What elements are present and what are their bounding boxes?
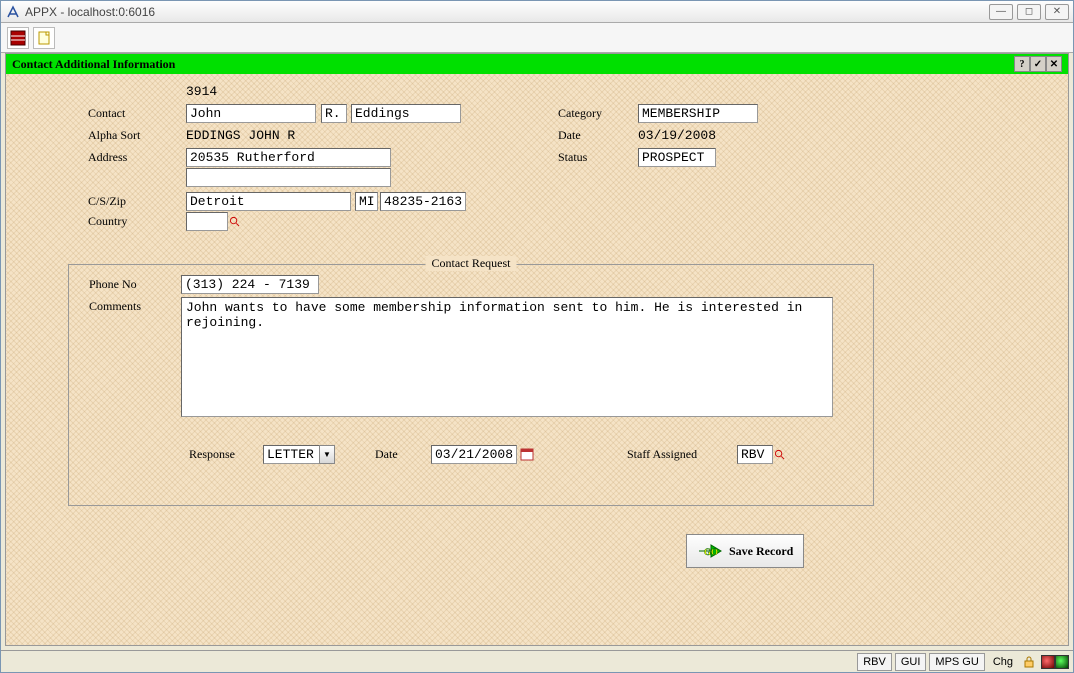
minimize-button[interactable]: — [989, 4, 1013, 20]
status-chg: Chg [985, 656, 1021, 668]
address1-input[interactable] [186, 148, 391, 167]
toolbar [1, 23, 1073, 53]
app-window: APPX - localhost:0:6016 — ◻ ✕ Contact Ad… [0, 0, 1074, 673]
form-area: 3914 Contact Alpha Sort EDDINGS JOHN R A… [6, 74, 1068, 645]
titlebar: APPX - localhost:0:6016 — ◻ ✕ [1, 1, 1073, 23]
panel-title: Contact Additional Information [12, 57, 175, 72]
address-label: Address [88, 150, 127, 165]
country-label: Country [88, 214, 127, 229]
staff-lookup-icon[interactable] [773, 449, 785, 461]
category-label: Category [558, 106, 602, 121]
toolbar-btn-2[interactable] [33, 27, 55, 49]
alpha-sort-label: Alpha Sort [88, 128, 140, 143]
response-dropdown-button[interactable]: ▼ [319, 445, 335, 464]
right-date-value: 03/19/2008 [638, 128, 716, 143]
contact-request-fieldset: Contact Request Phone No Comments John w… [68, 264, 874, 506]
status-lights [1041, 655, 1069, 669]
accept-button[interactable]: ✓ [1030, 56, 1046, 72]
contact-label: Contact [88, 106, 125, 121]
alpha-sort-value: EDDINGS JOHN R [186, 128, 295, 143]
response-label: Response [189, 447, 235, 462]
req-date-label: Date [375, 447, 398, 462]
light-red [1041, 655, 1055, 669]
status-label: Status [558, 150, 587, 165]
zip-input[interactable] [380, 192, 466, 211]
country-input[interactable] [186, 212, 228, 231]
country-lookup-icon[interactable] [228, 216, 240, 228]
app-icon [5, 4, 21, 20]
staff-label: Staff Assigned [627, 447, 697, 462]
req-date-input[interactable] [431, 445, 517, 464]
grid-icon [10, 30, 26, 46]
svg-text:GO: GO [704, 547, 718, 557]
titlebar-text: APPX - localhost:0:6016 [25, 5, 155, 19]
phone-input[interactable] [181, 275, 319, 294]
last-name-input[interactable] [351, 104, 461, 123]
status-btn-gui[interactable]: GUI [895, 653, 927, 671]
right-date-label: Date [558, 128, 581, 143]
category-input[interactable] [638, 104, 758, 123]
titlebar-buttons: — ◻ ✕ [989, 4, 1069, 20]
response-input[interactable] [263, 445, 319, 464]
calendar-icon[interactable] [519, 446, 535, 462]
lock-icon [1021, 654, 1037, 670]
status-btn-rbv[interactable]: RBV [857, 653, 892, 671]
cszip-label: C/S/Zip [88, 194, 126, 209]
state-input[interactable] [355, 192, 378, 211]
address2-input[interactable] [186, 168, 391, 187]
light-green [1055, 655, 1069, 669]
toolbar-btn-1[interactable] [7, 27, 29, 49]
phone-label: Phone No [89, 277, 137, 292]
middle-initial-input[interactable] [321, 104, 347, 123]
close-button[interactable]: ✕ [1045, 4, 1069, 20]
save-record-label: Save Record [729, 544, 793, 559]
statusbar: RBV GUI MPS GU Chg [1, 650, 1073, 672]
status-input[interactable] [638, 148, 716, 167]
panel-header: Contact Additional Information ? ✓ ✕ [6, 54, 1068, 74]
help-button[interactable]: ? [1014, 56, 1030, 72]
contact-request-legend: Contact Request [426, 256, 517, 271]
city-input[interactable] [186, 192, 351, 211]
staff-input[interactable] [737, 445, 773, 464]
first-name-input[interactable] [186, 104, 316, 123]
comments-textarea[interactable]: John wants to have some membership infor… [181, 297, 833, 417]
content-frame: Contact Additional Information ? ✓ ✕ 391… [5, 53, 1069, 646]
save-record-button[interactable]: GO Save Record [686, 534, 804, 568]
contact-id: 3914 [186, 84, 217, 99]
comments-label: Comments [89, 299, 141, 314]
status-btn-mpsgu[interactable]: MPS GU [929, 653, 984, 671]
maximize-button[interactable]: ◻ [1017, 4, 1041, 20]
document-icon [36, 30, 52, 46]
panel-close-button[interactable]: ✕ [1046, 56, 1062, 72]
go-icon: GO [697, 539, 723, 563]
